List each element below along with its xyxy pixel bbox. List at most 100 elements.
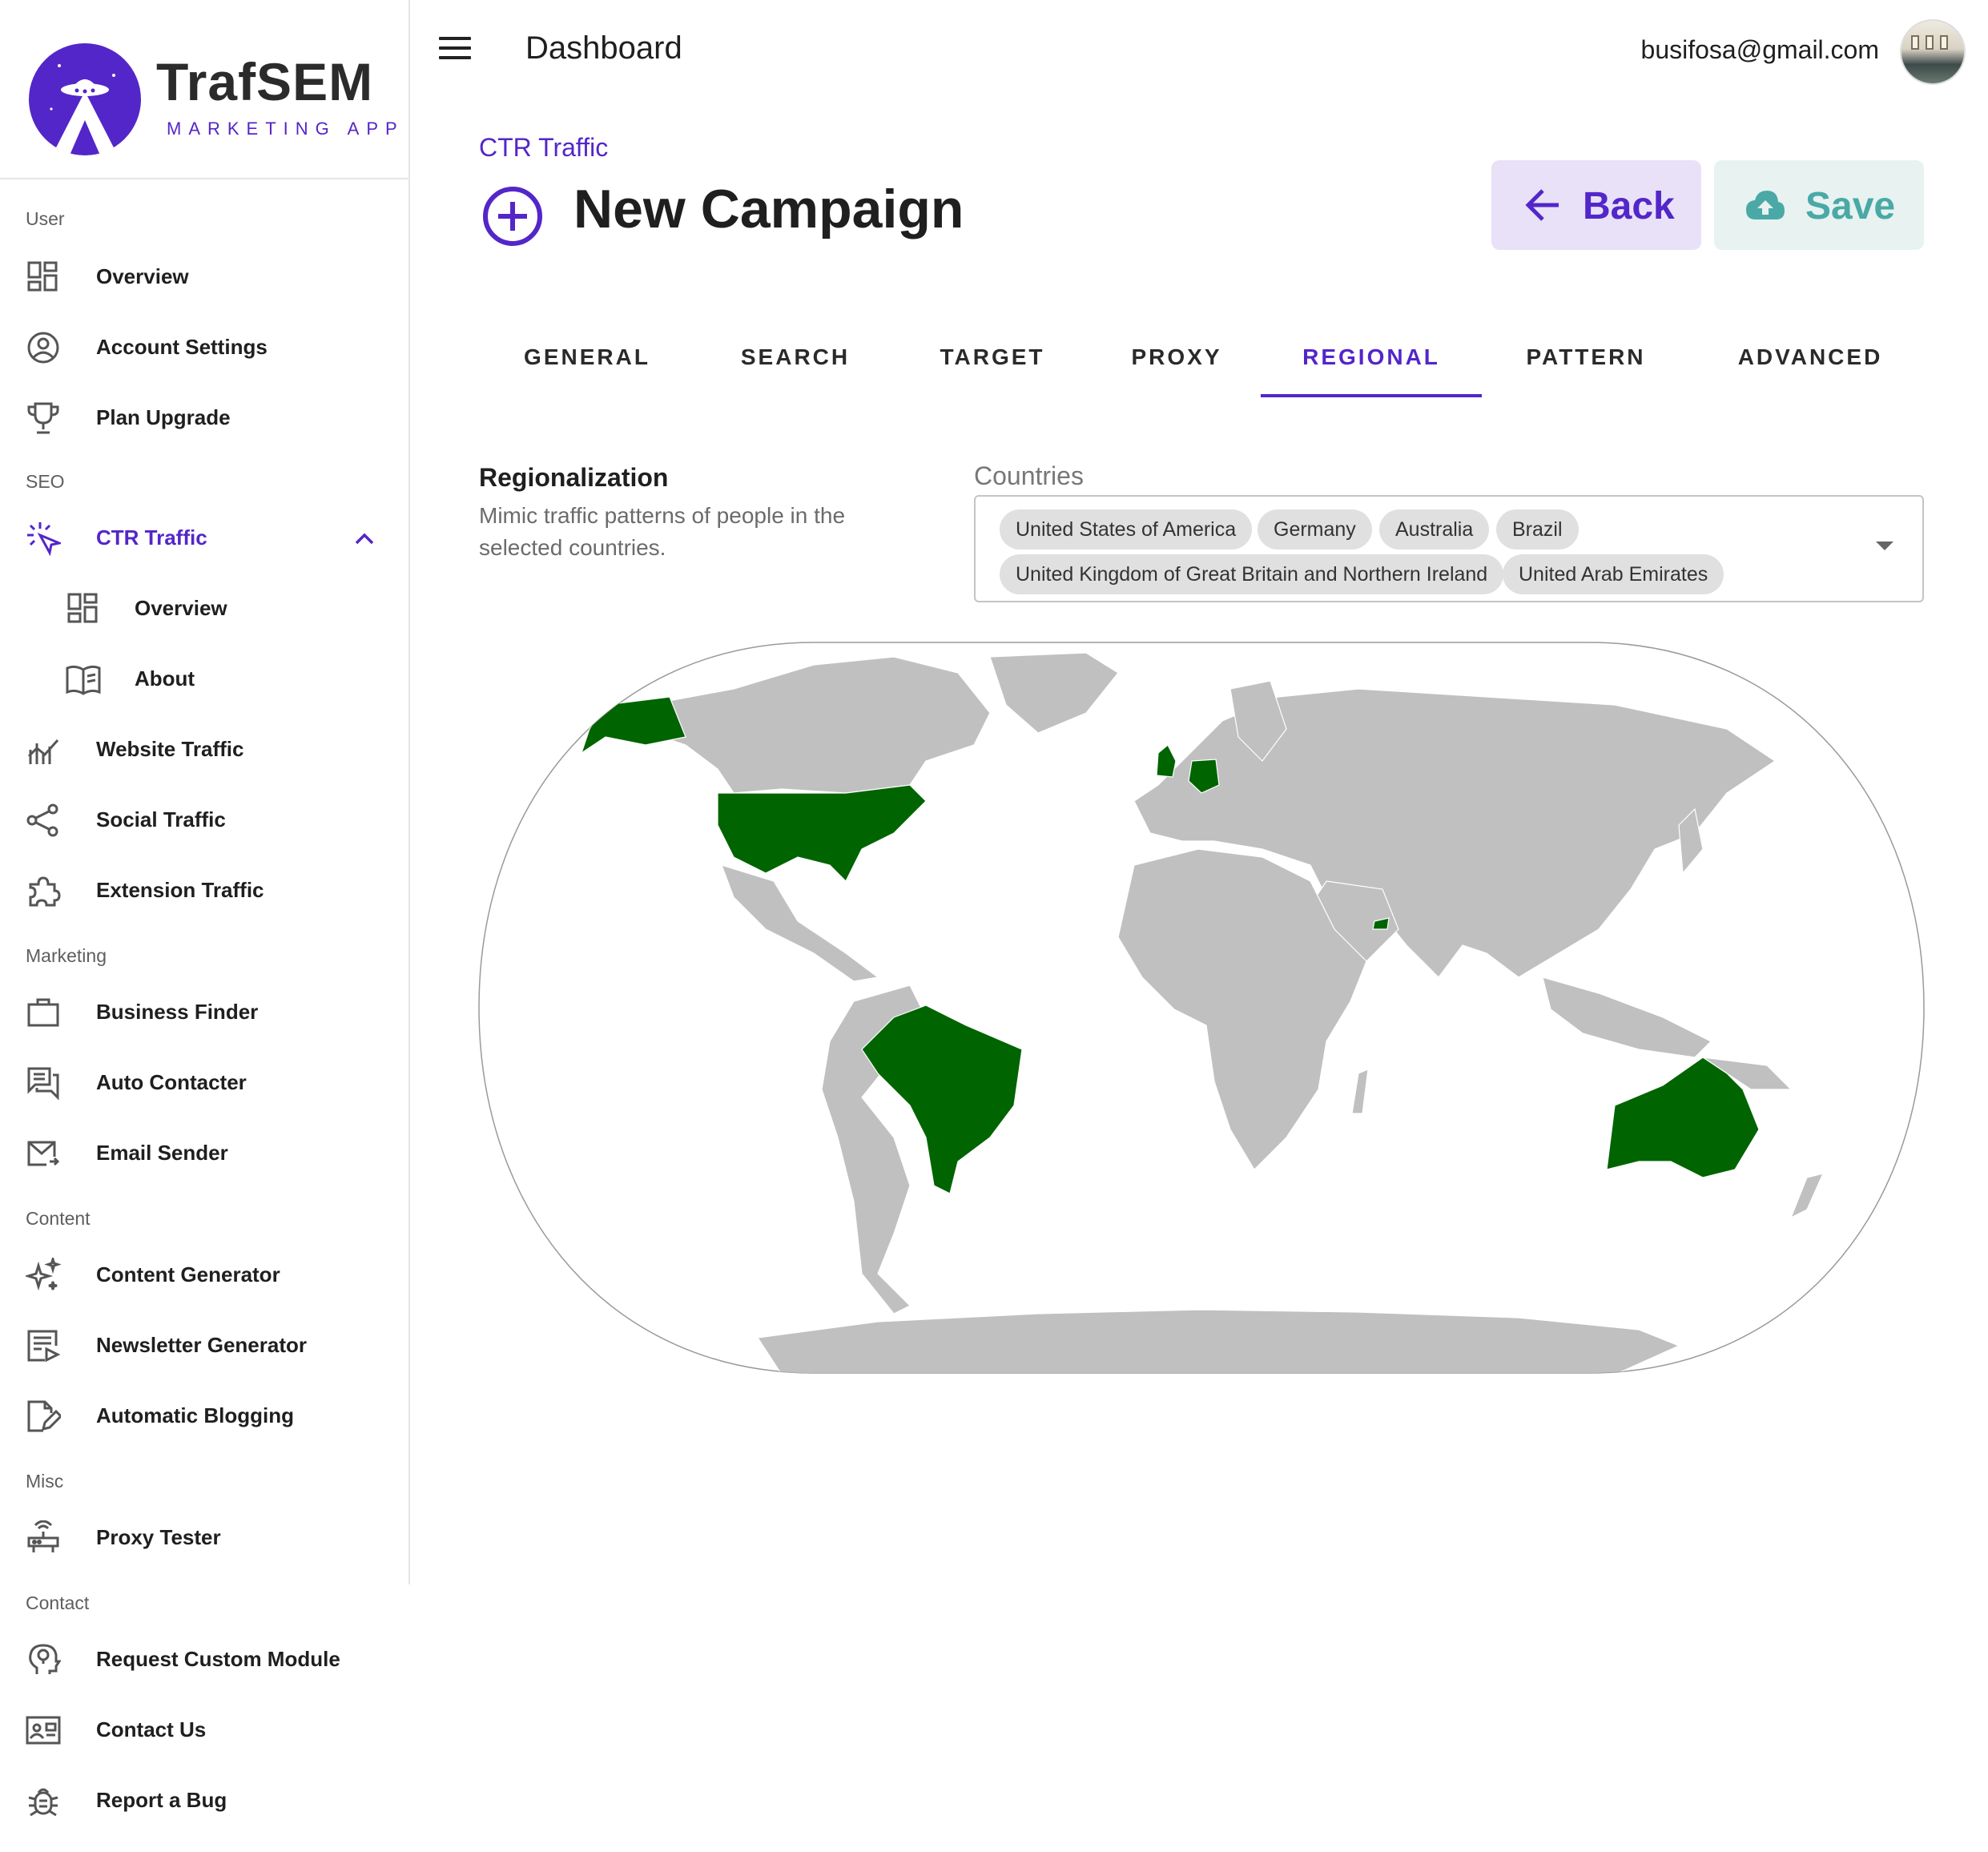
tab-regional[interactable]: REGIONAL xyxy=(1261,344,1482,397)
sidebar-item-label: Content Generator xyxy=(96,1262,280,1286)
sidebar-item-extension-traffic[interactable]: Extension Traffic xyxy=(0,859,408,923)
back-button-label: Back xyxy=(1583,185,1675,227)
section-contact: Contact xyxy=(26,1592,90,1613)
topbar-title: Dashboard xyxy=(525,30,682,66)
country-chip[interactable]: Australia xyxy=(1379,509,1490,550)
sidebar-item-label: Account Settings xyxy=(96,335,268,359)
brand-tagline: MARKETING APP xyxy=(167,119,404,139)
country-chip[interactable]: United Arab Emirates xyxy=(1503,554,1724,594)
sidebar-item-label: Proxy Tester xyxy=(96,1525,221,1549)
dashboard-icon xyxy=(26,260,61,295)
country-chip[interactable]: United States of America xyxy=(1000,509,1253,550)
user-email[interactable]: busifosa@gmail.com xyxy=(1641,35,1879,65)
sidebar-item-request-custom-module[interactable]: Request Custom Module xyxy=(0,1628,408,1692)
country-chip[interactable]: United Kingdom of Great Britain and Nort… xyxy=(1000,554,1504,594)
sidebar-item-overview[interactable]: Overview xyxy=(0,245,408,309)
router-icon xyxy=(26,1520,61,1556)
breadcrumb[interactable]: CTR Traffic xyxy=(479,133,608,163)
sidebar-item-report-bug[interactable]: Report a Bug xyxy=(0,1769,408,1833)
sidebar-item-label: Email Sender xyxy=(96,1141,228,1165)
sidebar: TrafSEM MARKETING APP User Overview Acco… xyxy=(0,0,410,1817)
dropdown-arrow-icon[interactable] xyxy=(1876,542,1893,550)
sidebar-item-plan-upgrade[interactable]: Plan Upgrade xyxy=(0,386,408,450)
account-circle-icon xyxy=(26,330,61,365)
countries-select[interactable]: United States of America Germany Austral… xyxy=(974,495,1924,602)
tab-search[interactable]: SEARCH xyxy=(727,344,863,397)
brand-logo[interactable]: TrafSEM MARKETING APP xyxy=(0,0,408,179)
idea-head-icon xyxy=(26,1642,62,1677)
sidebar-item-label: Plan Upgrade xyxy=(96,405,231,429)
section-user: User xyxy=(26,208,65,229)
avatar[interactable] xyxy=(1900,19,1966,85)
puzzle-icon xyxy=(26,873,61,908)
sidebar-item-label: Social Traffic xyxy=(96,807,226,831)
countries-label: Countries xyxy=(974,461,1084,490)
chevron-up-icon[interactable] xyxy=(351,525,378,553)
world-map[interactable] xyxy=(477,641,1926,1375)
sidebar-item-automatic-blogging[interactable]: Automatic Blogging xyxy=(0,1384,408,1448)
sidebar-item-label: Request Custom Module xyxy=(96,1647,340,1671)
newsletter-icon xyxy=(26,1328,61,1363)
sidebar-item-contact-us[interactable]: Contact Us xyxy=(0,1698,408,1762)
tab-target[interactable]: TARGET xyxy=(924,344,1060,397)
chat-bubbles-icon xyxy=(26,1065,61,1101)
section-misc: Misc xyxy=(26,1471,64,1492)
sidebar-item-content-generator[interactable]: Content Generator xyxy=(0,1243,408,1307)
tab-advanced[interactable]: ADVANCED xyxy=(1722,344,1898,397)
bug-icon xyxy=(26,1783,61,1818)
sidebar-item-auto-contacter[interactable]: Auto Contacter xyxy=(0,1051,408,1115)
country-chip[interactable]: Brazil xyxy=(1496,509,1579,550)
sidebar-item-label: Overview xyxy=(96,264,189,288)
sidebar-item-account-settings[interactable]: Account Settings xyxy=(0,316,408,380)
sidebar-item-label: Overview xyxy=(135,596,227,620)
back-button[interactable]: Back xyxy=(1491,160,1701,250)
sidebar-item-label: Business Finder xyxy=(96,1000,259,1024)
country-chip[interactable]: Germany xyxy=(1258,509,1372,550)
save-button[interactable]: Save xyxy=(1714,160,1924,250)
sidebar-item-label: About xyxy=(135,666,195,690)
tab-pattern[interactable]: PATTERN xyxy=(1506,344,1666,397)
cursor-click-icon xyxy=(26,521,64,557)
page-title: New Campaign xyxy=(573,179,964,240)
dashboard-icon xyxy=(66,591,101,626)
contact-card-icon xyxy=(26,1713,61,1748)
sidebar-item-proxy-tester[interactable]: Proxy Tester xyxy=(0,1506,408,1570)
brand-name: TrafSEM xyxy=(156,52,374,111)
save-button-label: Save xyxy=(1805,185,1896,227)
email-send-icon xyxy=(26,1136,61,1171)
cloud-upload-icon xyxy=(1746,191,1785,219)
active-tab-indicator xyxy=(1261,394,1482,397)
menu-icon[interactable] xyxy=(439,37,471,64)
edit-document-icon xyxy=(26,1399,63,1434)
sidebar-item-label: Website Traffic xyxy=(96,737,244,761)
briefcase-icon xyxy=(26,995,61,1030)
regionalization-description: Mimic traffic patterns of people in the … xyxy=(479,503,846,560)
arrow-left-icon xyxy=(1525,189,1559,221)
sidebar-item-label: Automatic Blogging xyxy=(96,1403,294,1427)
sidebar-subitem-ctr-about[interactable]: About xyxy=(0,647,408,711)
sidebar-item-newsletter-generator[interactable]: Newsletter Generator xyxy=(0,1314,408,1378)
add-circle-icon xyxy=(483,187,542,246)
sidebar-item-ctr-traffic[interactable]: CTR Traffic xyxy=(0,506,408,570)
sidebar-item-email-sender[interactable]: Email Sender xyxy=(0,1121,408,1186)
sidebar-item-business-finder[interactable]: Business Finder xyxy=(0,980,408,1045)
tab-proxy[interactable]: PROXY xyxy=(1117,344,1237,397)
ufo-logo-icon xyxy=(29,43,141,157)
sidebar-item-label: Contact Us xyxy=(96,1717,207,1741)
book-icon xyxy=(66,662,101,697)
regionalization-heading: Regionalization xyxy=(479,463,669,492)
trophy-icon xyxy=(26,401,61,436)
tab-general[interactable]: GENERAL xyxy=(513,344,662,397)
sidebar-item-label: Extension Traffic xyxy=(96,878,264,902)
sidebar-item-label: CTR Traffic xyxy=(96,525,207,550)
sidebar-item-social-traffic[interactable]: Social Traffic xyxy=(0,788,408,852)
sidebar-item-website-traffic[interactable]: Website Traffic xyxy=(0,718,408,782)
chart-trend-icon xyxy=(26,732,61,767)
sidebar-item-label: Newsletter Generator xyxy=(96,1333,307,1357)
sparkles-icon xyxy=(23,1254,62,1293)
share-icon xyxy=(26,803,61,838)
sidebar-item-label: Auto Contacter xyxy=(96,1070,247,1094)
section-content: Content xyxy=(26,1208,91,1229)
sidebar-subitem-ctr-overview[interactable]: Overview xyxy=(0,577,408,641)
sidebar-item-label: Report a Bug xyxy=(96,1788,227,1812)
